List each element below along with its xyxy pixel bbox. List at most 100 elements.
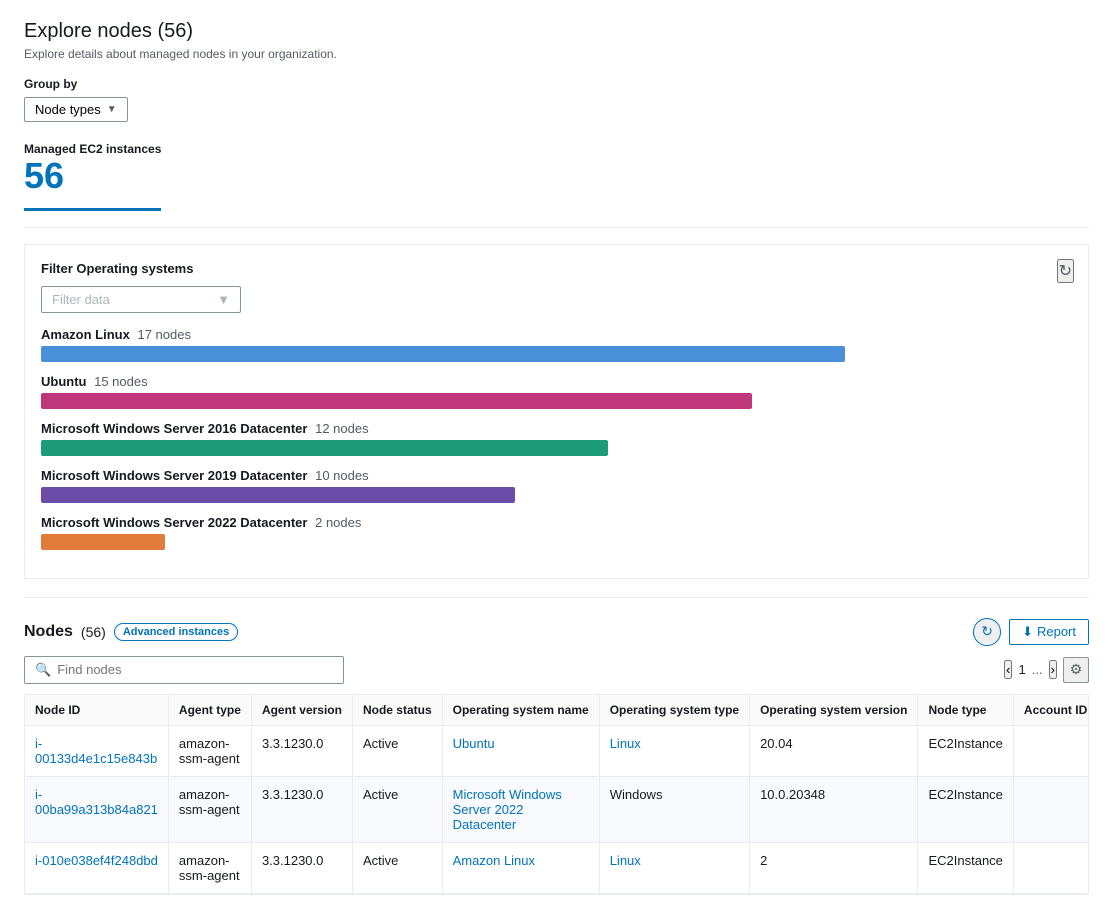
nodes-section: Nodes (56) Advanced instances ↻ ⬇ Report… bbox=[24, 618, 1089, 895]
node-id-link[interactable]: i-00ba99a313b84a821 bbox=[35, 787, 158, 817]
search-pagination-row: 🔍 ‹ 1 ... › ⚙ bbox=[24, 656, 1089, 684]
cell-agent-version: 3.3.1230.0 bbox=[251, 776, 352, 842]
nodes-actions: ↻ ⬇ Report bbox=[973, 618, 1089, 646]
node-id-link[interactable]: i-010e038ef4f248dbd bbox=[35, 853, 158, 868]
cell-node-type: EC2Instance bbox=[918, 842, 1013, 893]
col-header-agent-type: Agent type bbox=[168, 695, 251, 726]
filter-title: Filter Operating systems bbox=[41, 261, 1072, 276]
cell-os-type: Windows bbox=[599, 776, 749, 842]
bar-count: 10 nodes bbox=[315, 468, 369, 483]
cell-node-status: Active bbox=[352, 842, 442, 893]
refresh-button[interactable]: ↻ bbox=[1057, 259, 1074, 283]
bar-row-win2022: Microsoft Windows Server 2022 Datacenter… bbox=[41, 515, 1072, 550]
cell-os-name: Ubuntu bbox=[442, 725, 599, 776]
page-title: Explore nodes (56) bbox=[24, 20, 1089, 43]
nodes-header: Nodes (56) Advanced instances ↻ ⬇ Report bbox=[24, 618, 1089, 646]
report-button[interactable]: ⬇ Report bbox=[1009, 619, 1089, 645]
column-settings-button[interactable]: ⚙ bbox=[1063, 657, 1089, 683]
filter-placeholder: Filter data bbox=[52, 292, 110, 307]
search-icon: 🔍 bbox=[35, 662, 51, 678]
cell-os-version: 20.04 bbox=[750, 725, 918, 776]
table-row: i-010e038ef4f248dbd amazon-ssm-agent 3.3… bbox=[25, 842, 1089, 893]
next-page-button[interactable]: › bbox=[1049, 660, 1057, 679]
bar-row-win2019: Microsoft Windows Server 2019 Datacenter… bbox=[41, 468, 1072, 503]
col-header-os-version: Operating system version bbox=[750, 695, 918, 726]
bar-count: 15 nodes bbox=[94, 374, 148, 389]
bar-track bbox=[41, 393, 752, 409]
nodes-table: Node ID Agent type Agent version Node st… bbox=[25, 695, 1089, 894]
metric-value: 56 bbox=[24, 156, 161, 196]
nodes-title: Nodes (56) Advanced instances bbox=[24, 623, 238, 641]
bar-track bbox=[41, 487, 515, 503]
cell-os-version: 2 bbox=[750, 842, 918, 893]
advanced-instances-badge: Advanced instances bbox=[114, 623, 238, 641]
node-id-link[interactable]: i-00133d4e1c15e843b bbox=[35, 736, 157, 766]
page-header: Explore nodes (56) Explore details about… bbox=[24, 20, 1089, 61]
table-row: i-00133d4e1c15e843b amazon-ssm-agent 3.3… bbox=[25, 725, 1089, 776]
cell-agent-version: 3.3.1230.0 bbox=[251, 842, 352, 893]
bar-label-text: Microsoft Windows Server 2019 Datacenter bbox=[41, 468, 307, 483]
bar-track bbox=[41, 534, 165, 550]
filter-dropdown[interactable]: Filter data ▼ bbox=[41, 286, 241, 313]
group-by-label: Group by bbox=[24, 77, 1089, 91]
search-input[interactable] bbox=[57, 662, 333, 677]
cell-os-type: Linux bbox=[599, 725, 749, 776]
table-body: i-00133d4e1c15e843b amazon-ssm-agent 3.3… bbox=[25, 725, 1089, 893]
nodes-label: Nodes bbox=[24, 623, 73, 641]
cell-node-status: Active bbox=[352, 725, 442, 776]
bar-label-text: Ubuntu bbox=[41, 374, 86, 389]
group-by-section: Group by Node types ▼ bbox=[24, 77, 1089, 122]
cell-node-status: Active bbox=[352, 776, 442, 842]
cell-agent-type: amazon-ssm-agent bbox=[168, 725, 251, 776]
os-type-link[interactable]: Linux bbox=[610, 736, 641, 751]
search-bar[interactable]: 🔍 bbox=[24, 656, 344, 684]
bar-count: 17 nodes bbox=[137, 327, 191, 342]
group-by-dropdown[interactable]: Node types ▼ bbox=[24, 97, 128, 122]
bar-row-ubuntu: Ubuntu 15 nodes bbox=[41, 374, 1072, 409]
cell-os-type: Linux bbox=[599, 842, 749, 893]
cell-account-id bbox=[1013, 776, 1089, 842]
prev-page-button[interactable]: ‹ bbox=[1004, 660, 1012, 679]
os-name-link[interactable]: Microsoft Windows Server 2022 Datacenter bbox=[453, 787, 562, 832]
divider bbox=[24, 227, 1089, 228]
cell-account-id bbox=[1013, 842, 1089, 893]
group-by-value: Node types bbox=[35, 102, 101, 117]
bar-label-text: Amazon Linux bbox=[41, 327, 130, 342]
os-name-link[interactable]: Amazon Linux bbox=[453, 853, 535, 868]
report-label: Report bbox=[1037, 624, 1076, 639]
cell-node-id: i-00ba99a313b84a821 bbox=[25, 776, 168, 842]
chevron-down-icon: ▼ bbox=[107, 104, 117, 115]
bar-row-win2016: Microsoft Windows Server 2016 Datacenter… bbox=[41, 421, 1072, 456]
cell-agent-type: amazon-ssm-agent bbox=[168, 776, 251, 842]
col-header-node-id: Node ID bbox=[25, 695, 168, 726]
current-page: 1 bbox=[1018, 662, 1025, 677]
cell-node-type: EC2Instance bbox=[918, 725, 1013, 776]
bar-label-text: Microsoft Windows Server 2016 Datacenter bbox=[41, 421, 307, 436]
bar-row-amazon-linux: Amazon Linux 17 nodes bbox=[41, 327, 1072, 362]
download-icon: ⬇ bbox=[1022, 624, 1033, 640]
cell-node-type: EC2Instance bbox=[918, 776, 1013, 842]
page-subtitle: Explore details about managed nodes in y… bbox=[24, 47, 1089, 61]
os-name-link[interactable]: Ubuntu bbox=[453, 736, 495, 751]
bar-track bbox=[41, 346, 845, 362]
table-header-row: Node ID Agent type Agent version Node st… bbox=[25, 695, 1089, 726]
col-header-account-id: Account ID bbox=[1013, 695, 1089, 726]
cell-node-id: i-00133d4e1c15e843b bbox=[25, 725, 168, 776]
filter-section: Filter Operating systems Filter data ▼ ↻… bbox=[24, 244, 1089, 579]
nodes-table-wrapper: Node ID Agent type Agent version Node st… bbox=[24, 694, 1089, 895]
col-header-node-type: Node type bbox=[918, 695, 1013, 726]
cell-agent-type: amazon-ssm-agent bbox=[168, 842, 251, 893]
cell-node-id: i-010e038ef4f248dbd bbox=[25, 842, 168, 893]
bar-section: Amazon Linux 17 nodes Ubuntu 15 nodes Mi… bbox=[41, 327, 1072, 550]
metric-label: Managed EC2 instances bbox=[24, 142, 161, 156]
cell-os-name: Microsoft Windows Server 2022 Datacenter bbox=[442, 776, 599, 842]
cell-os-name: Amazon Linux bbox=[442, 842, 599, 893]
bar-count: 2 nodes bbox=[315, 515, 361, 530]
cell-agent-version: 3.3.1230.0 bbox=[251, 725, 352, 776]
refresh-nodes-button[interactable]: ↻ bbox=[973, 618, 1001, 646]
table-row: i-00ba99a313b84a821 amazon-ssm-agent 3.3… bbox=[25, 776, 1089, 842]
os-type-link[interactable]: Linux bbox=[610, 853, 641, 868]
col-header-agent-version: Agent version bbox=[251, 695, 352, 726]
col-header-node-status: Node status bbox=[352, 695, 442, 726]
cell-os-version: 10.0.20348 bbox=[750, 776, 918, 842]
